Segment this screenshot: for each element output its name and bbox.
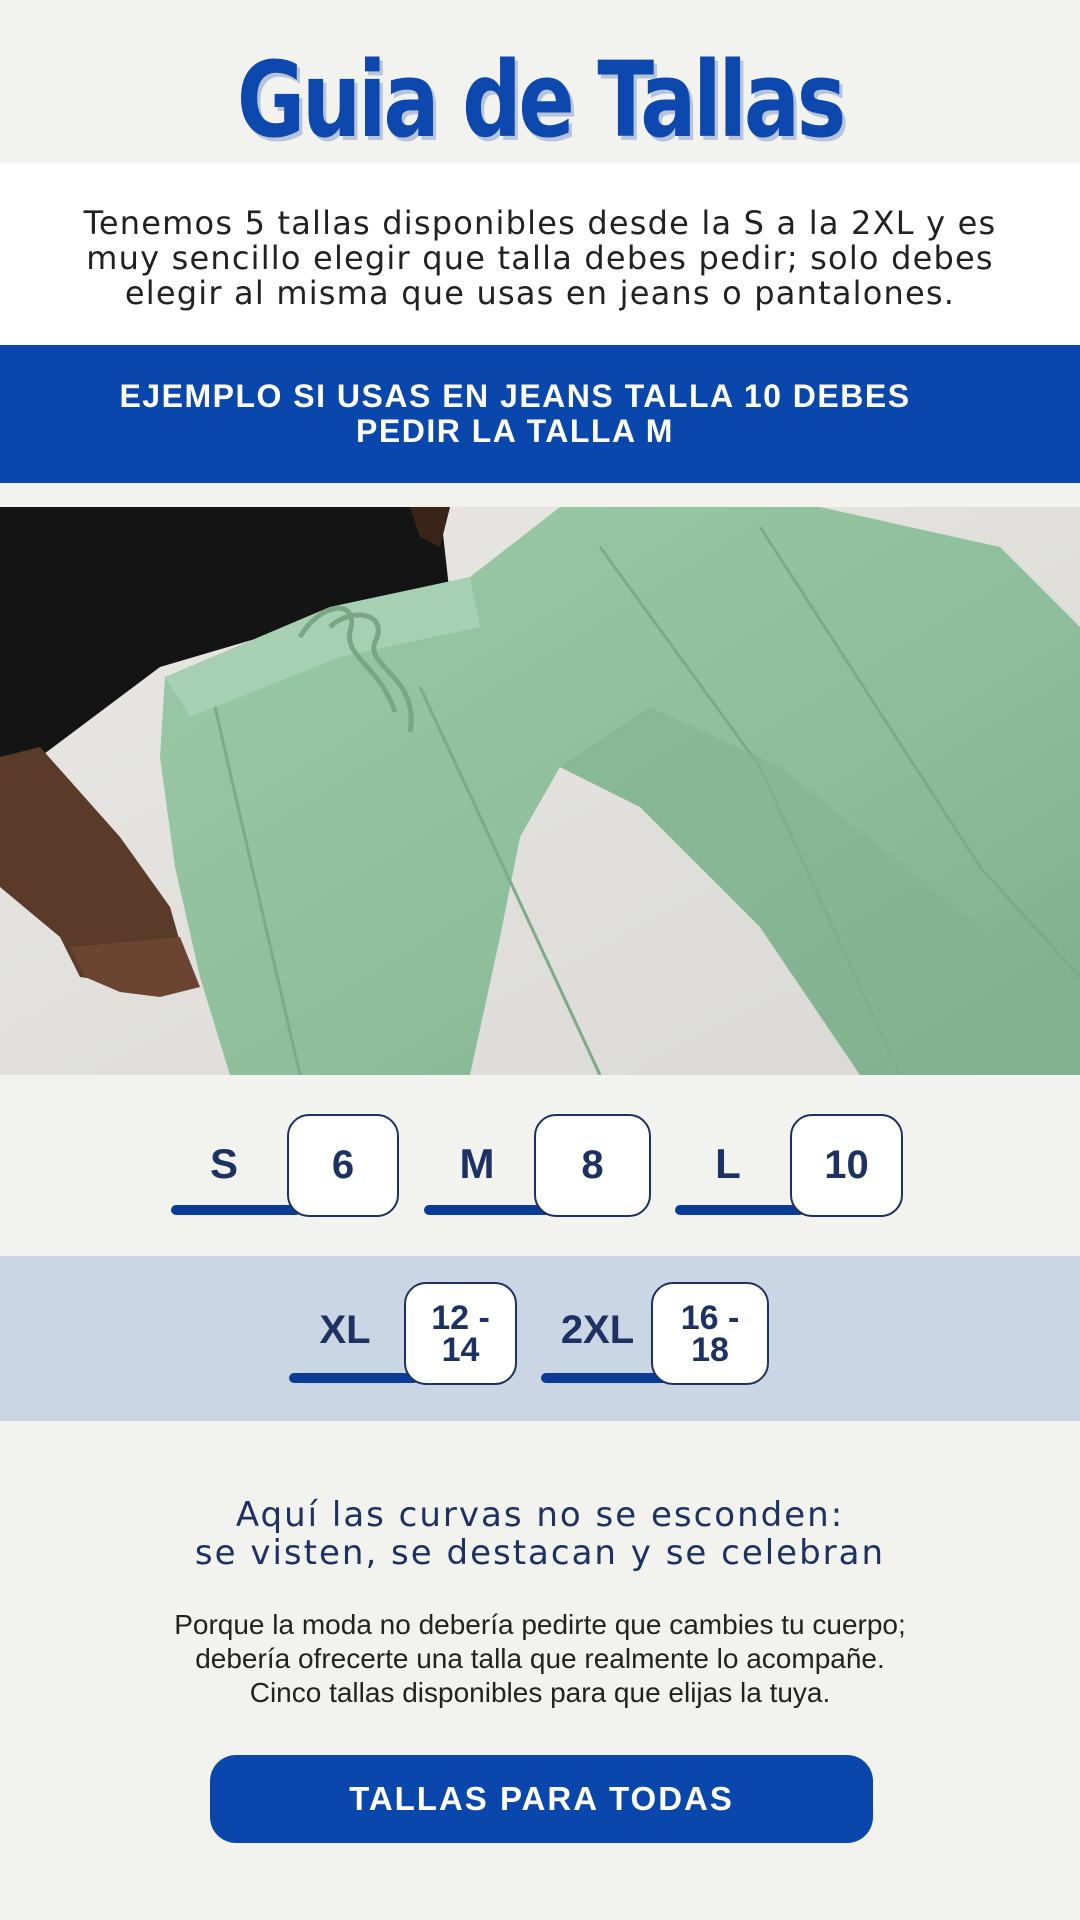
sizes-row2-band [0,1256,1080,1421]
body-line: Porque la moda no debería pedirte que ca… [174,1609,906,1640]
size-label-2xl: 2XL [560,1308,635,1352]
example-line: PEDIR LA TALLA M [356,413,674,449]
body-line: Cinco tallas disponibles para que elijas… [249,1677,831,1708]
jeans-size-box-s: 6 [287,1114,399,1217]
example-text: EJEMPLO SI USAS EN JEANS TALLA 10 DEBES … [60,379,970,449]
size-label-m: M [459,1140,495,1187]
body-text: Porque la moda no debería pedirte que ca… [80,1608,1000,1710]
page-title: Guia de Tallas [236,39,846,161]
product-photo [0,507,1080,1075]
headline-line: Aquí las curvas no se esconden: [235,1495,845,1535]
jeans-size-box-l: 10 [790,1114,903,1217]
size-label-l: L [715,1140,741,1187]
jeans-size-value: 16 - [680,1298,740,1337]
jeans-size-value: 12 - [431,1298,490,1337]
size-underline [289,1373,419,1383]
size-label-xl: XL [319,1308,371,1352]
jeans-size-value: 10 [824,1143,869,1187]
jeans-size-value: 8 [581,1143,604,1187]
headline: Aquí las curvas no se esconden: se viste… [60,1496,1020,1572]
jeans-size-box-2xl: 16 - 18 [651,1282,769,1385]
jeans-size-value: 6 [331,1143,355,1187]
headline-line: se visten, se destacan y se celebran [194,1533,886,1573]
size-underline [424,1205,554,1215]
jeans-size-box-m: 8 [534,1114,651,1217]
size-underline [675,1205,805,1215]
intro-line: Tenemos 5 tallas disponibles desde la S … [83,204,997,242]
sizes-for-all-button[interactable]: TALLAS PARA TODAS [210,1755,873,1843]
intro-line: elegir al misma que usas en jeans o pant… [124,274,956,312]
body-line: debería ofrecerte una talla que realment… [195,1643,885,1674]
jeans-size-box-xl: 12 - 14 [404,1282,517,1385]
size-underline [171,1205,301,1215]
jeans-size-value: 18 [691,1330,729,1369]
size-label-s: S [209,1140,238,1187]
jeans-size-value: 14 [441,1330,480,1369]
intro-text: Tenemos 5 tallas disponibles desde la S … [70,206,1010,311]
example-line: EJEMPLO SI USAS EN JEANS TALLA 10 DEBES [119,378,911,414]
intro-line: muy sencillo elegir que talla debes pedi… [86,239,994,277]
